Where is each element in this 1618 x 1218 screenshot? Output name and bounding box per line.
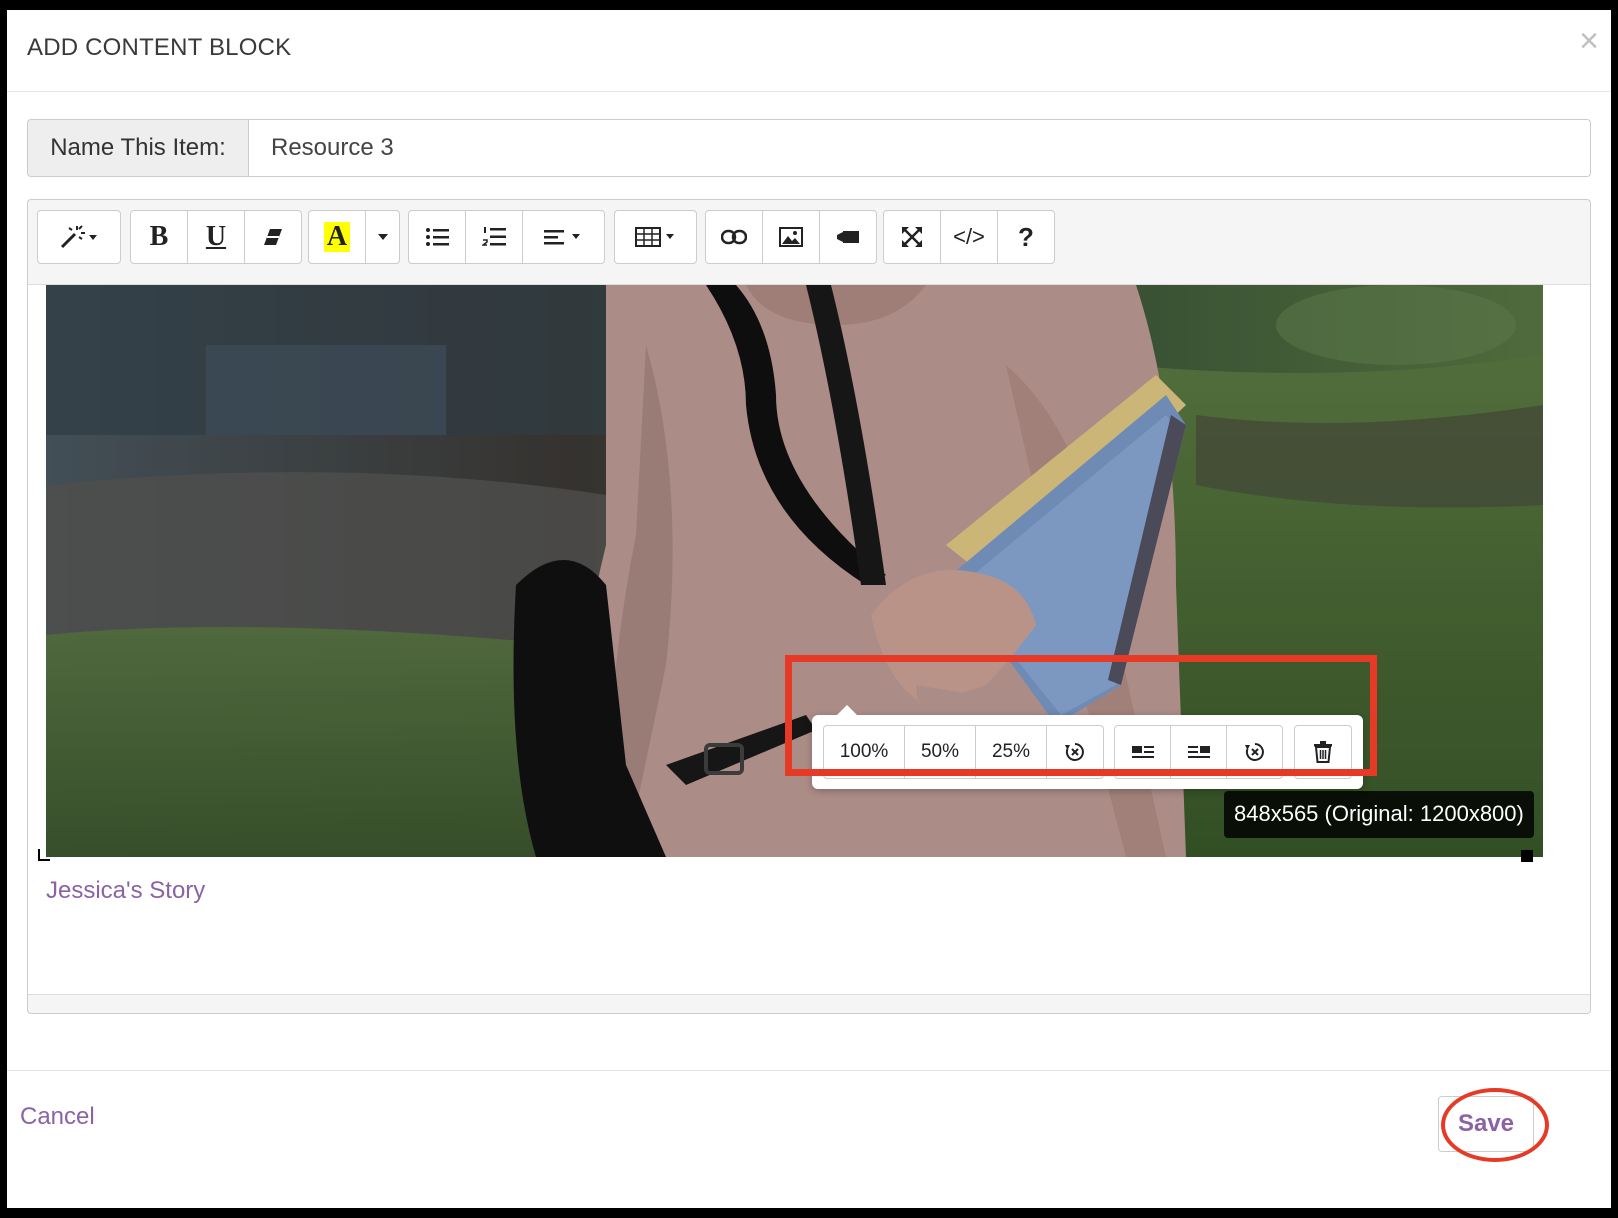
numbered-list-button[interactable] <box>465 210 523 264</box>
caret-down-icon <box>377 234 388 240</box>
clear-format-button[interactable] <box>244 210 302 264</box>
bullet-list-button[interactable] <box>408 210 466 264</box>
resize-50-button[interactable]: 50% <box>904 725 976 779</box>
align-icon <box>543 230 580 245</box>
dialog-title: ADD CONTENT BLOCK <box>27 34 292 61</box>
table-icon <box>634 227 674 247</box>
resize-100-button[interactable]: 100% <box>823 725 905 779</box>
reset-size-icon <box>1065 743 1084 761</box>
reset-size-button[interactable] <box>1046 725 1104 779</box>
insert-video-button[interactable] <box>819 210 877 264</box>
style-dropdown-button[interactable] <box>37 210 121 264</box>
image-icon <box>779 227 803 247</box>
numbered-list-icon <box>482 227 506 246</box>
link-button[interactable] <box>705 210 763 264</box>
eraser-icon <box>264 229 282 245</box>
insert-image-button[interactable] <box>762 210 820 264</box>
name-item-input[interactable] <box>248 119 1591 177</box>
text-color-button[interactable]: A <box>308 210 366 264</box>
float-left-button[interactable] <box>1114 725 1171 779</box>
underline-icon: U <box>205 221 227 252</box>
editor-toolbar: B U A </> ? <box>28 200 1590 284</box>
remove-image-button[interactable] <box>1294 725 1352 779</box>
text-color-icon: A <box>323 222 351 252</box>
add-content-block-dialog: ADD CONTENT BLOCK × Name This Item: Reso… <box>7 10 1611 1208</box>
code-view-button[interactable]: </> <box>940 210 998 264</box>
dialog-header: ADD CONTENT BLOCK × <box>7 10 1611 92</box>
video-icon <box>837 231 859 243</box>
popover-arrow <box>836 705 858 716</box>
bullet-list-icon <box>426 228 449 246</box>
help-button[interactable]: ? <box>997 210 1055 264</box>
save-button[interactable]: Save <box>1438 1096 1534 1152</box>
float-right-icon <box>1187 746 1210 758</box>
cancel-link[interactable]: Cancel <box>20 1103 95 1131</box>
image-dimensions-label: 848x565 (Original: 1200x800) <box>1224 791 1534 838</box>
editor-content-area[interactable]: 848x565 (Original: 1200x800) 100% 50% 25… <box>28 284 1590 995</box>
magic-style-icon <box>60 225 97 249</box>
name-item-row: Name This Item: <box>27 119 1591 177</box>
jessicas-story-link[interactable]: Jessica's Story <box>46 877 205 905</box>
code-view-icon: </> <box>953 224 985 249</box>
bold-button[interactable]: B <box>130 210 188 264</box>
image-popover-toolbar: 100% 50% 25% <box>812 705 1363 789</box>
trash-icon <box>1314 741 1332 763</box>
table-dropdown-button[interactable] <box>614 210 697 264</box>
float-none-icon <box>1244 743 1264 761</box>
rich-text-editor: B U A </> ? 848x565 (Original: 1200x800)… <box>27 199 1591 1014</box>
image-resize-handle[interactable] <box>1521 850 1533 862</box>
float-left-icon <box>1131 746 1154 758</box>
resize-25-button[interactable]: 25% <box>975 725 1047 779</box>
underline-button[interactable]: U <box>187 210 245 264</box>
text-color-dropdown-button[interactable] <box>365 210 400 264</box>
close-icon[interactable]: × <box>1579 24 1599 58</box>
help-icon: ? <box>1018 221 1034 252</box>
bold-icon: B <box>149 221 169 252</box>
align-dropdown-button[interactable] <box>522 210 605 264</box>
float-right-button[interactable] <box>1170 725 1227 779</box>
fullscreen-button[interactable] <box>883 210 941 264</box>
image-resize-corner-bottom-left[interactable] <box>38 849 50 861</box>
name-item-label: Name This Item: <box>27 119 249 177</box>
float-none-button[interactable] <box>1226 725 1283 779</box>
dialog-footer <box>7 1070 1611 1208</box>
fullscreen-icon <box>902 227 922 247</box>
link-icon <box>721 229 747 245</box>
